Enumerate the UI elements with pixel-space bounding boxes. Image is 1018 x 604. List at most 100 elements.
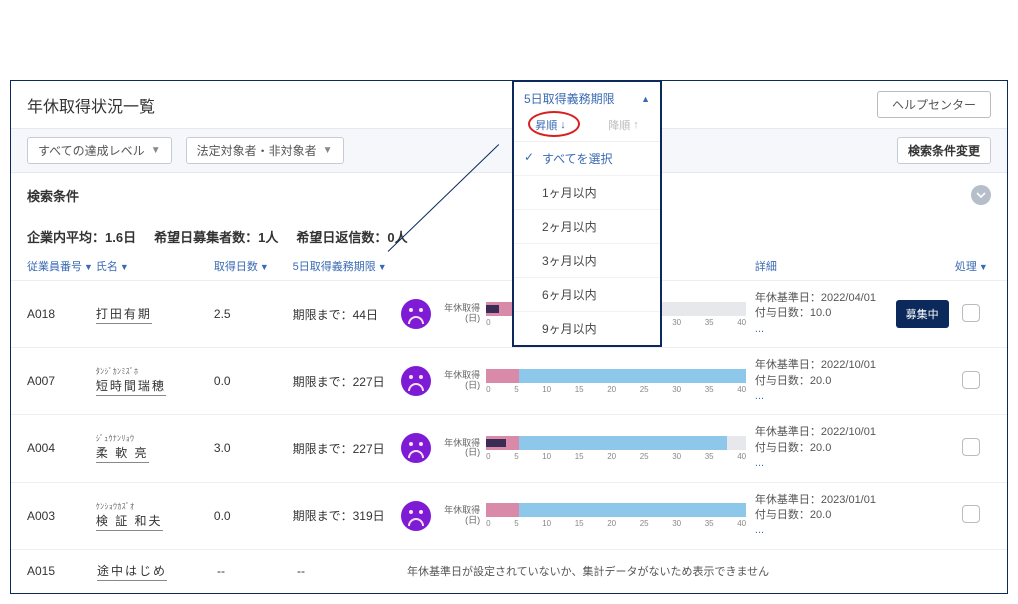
- row-checkbox[interactable]: [962, 304, 980, 322]
- leave-progress-chart: 年休取得(日) 0510152025303540: [440, 503, 755, 528]
- emp-no: A007: [27, 374, 96, 388]
- change-search-conditions-button[interactable]: 検索条件変更: [897, 137, 991, 164]
- col-days-taken[interactable]: 取得日数▼: [214, 258, 293, 274]
- filter-option[interactable]: 9ヶ月以内: [514, 312, 660, 345]
- detail-info: 年休基準日：2022/10/01 付与日数：20.0 ...: [755, 358, 893, 404]
- bar-track: [486, 369, 746, 383]
- filter-option[interactable]: 6ヶ月以内: [514, 278, 660, 312]
- recruit-count: 希望日募集者数：1人: [154, 227, 278, 246]
- filter-option[interactable]: すべてを選択: [514, 142, 660, 176]
- search-conditions-label: 検索条件: [27, 186, 79, 205]
- recruit-button[interactable]: 募集中: [896, 300, 949, 328]
- name-kanji: 短時間瑞穂: [96, 377, 166, 394]
- arrow-down-icon: ↓: [560, 119, 566, 131]
- page-title: 年休取得状況一覧: [27, 93, 155, 117]
- base-date: 年休基準日：2022/10/01: [755, 358, 893, 373]
- sad-face-icon: [401, 299, 431, 329]
- emp-no: A004: [27, 441, 96, 455]
- company-avg: 企業内平均：1.6日: [27, 227, 136, 246]
- table-row: A004 ｼﾞｭｳﾅﾝﾘｮｳ 柔 軟 亮 3.0 期限まで：227日 年休取得(…: [11, 415, 1007, 482]
- employee-name-link[interactable]: ｹﾝｼｮｳｶｽﾞｵ 検 証 和夫: [96, 501, 163, 531]
- sort-asc-option[interactable]: 昇順 ↓: [535, 117, 566, 133]
- reply-count: 希望日返信数：0人: [296, 227, 407, 246]
- col-name[interactable]: 氏名▼: [96, 258, 214, 274]
- title-bar: 年休取得状況一覧 ヘルプセンター: [11, 81, 1007, 128]
- help-center-button[interactable]: ヘルプセンター: [877, 91, 991, 118]
- row-checkbox[interactable]: [962, 438, 980, 456]
- search-conditions-section: 検索条件: [11, 173, 1007, 217]
- detail-more-link[interactable]: ...: [755, 524, 764, 536]
- caret-up-icon: ▲: [641, 94, 650, 104]
- table-row: A018 打田有期 2.5 期限まで：44日 年休取得(日): [11, 281, 1007, 348]
- dropdown-header[interactable]: 5日取得義務期限 ▲: [514, 82, 660, 113]
- deadline-remaining: 期限まで：227日: [293, 373, 401, 390]
- chart-axis-label: 年休取得(日): [440, 304, 480, 324]
- detail-more-link[interactable]: ...: [755, 323, 764, 335]
- emp-no: A018: [27, 307, 96, 321]
- bar-seg-obligation: [486, 503, 519, 517]
- collapse-toggle[interactable]: [971, 185, 991, 205]
- emp-no: A003: [27, 509, 96, 523]
- table-row: A007 ﾀﾝｼﾞｶﾝﾐｽﾞﾎ 短時間瑞穂 0.0 期限まで：227日 年休取得…: [11, 348, 1007, 415]
- days-taken: 0.0: [214, 374, 293, 388]
- filter-option-list: すべてを選択1ヶ月以内2ヶ月以内3ヶ月以内6ヶ月以内9ヶ月以内: [514, 141, 660, 345]
- employee-name-link[interactable]: 打田有期: [96, 305, 152, 324]
- caret-down-icon: ▼: [979, 262, 988, 272]
- detail-more-link[interactable]: ...: [755, 390, 764, 402]
- chart-axis-label: 年休取得(日): [440, 371, 480, 391]
- table-body: A018 打田有期 2.5 期限まで：44日 年休取得(日): [11, 281, 1007, 550]
- target-scope-dropdown[interactable]: 法定対象者・非対象者 ▼: [186, 137, 344, 164]
- filter-option[interactable]: 2ヶ月以内: [514, 210, 660, 244]
- filter-option[interactable]: 1ヶ月以内: [514, 176, 660, 210]
- emp-no: A015: [27, 564, 97, 578]
- deadline-remaining: 期限まで：44日: [293, 306, 401, 323]
- chart-axis-ticks: 0510152025303540: [486, 385, 746, 394]
- employee-name-link[interactable]: ｼﾞｭｳﾅﾝﾘｮｳ 柔 軟 亮: [96, 433, 149, 463]
- row-checkbox[interactable]: [962, 505, 980, 523]
- base-date: 年休基準日：2023/01/01: [755, 493, 893, 508]
- chart-axis-label: 年休取得(日): [440, 506, 480, 526]
- achievement-level-dropdown[interactable]: すべての達成レベル ▼: [27, 137, 172, 164]
- summary-stats: 企業内平均：1.6日 希望日募集者数：1人 希望日返信数：0人: [11, 217, 1007, 252]
- bar-seg-taken: [486, 439, 506, 447]
- employee-name-link[interactable]: 途中はじめ: [97, 562, 167, 581]
- col-detail: 詳細: [755, 258, 893, 274]
- deadline-remaining: 期限まで：319日: [293, 507, 401, 524]
- days-taken: 3.0: [214, 441, 293, 455]
- bar-seg-remaining: [519, 436, 727, 450]
- chart-axis-label: 年休取得(日): [440, 439, 480, 459]
- caret-down-icon: ▼: [323, 145, 333, 156]
- col-process[interactable]: 処理▼: [952, 258, 991, 274]
- sort-order-row: 昇順 ↓ 降順 ↑: [514, 113, 660, 141]
- detail-more-link[interactable]: ...: [755, 457, 764, 469]
- caret-down-icon: ▼: [120, 262, 129, 272]
- name-kanji: 打田有期: [96, 305, 152, 322]
- leave-progress-chart: 年休取得(日) 0510152025303540: [440, 369, 755, 394]
- grant-days: 付与日数：20.0: [755, 508, 893, 523]
- chart-axis-ticks: 0510152025303540: [486, 519, 746, 528]
- table-header-row: 従業員番号▼ 氏名▼ 取得日数▼ 5日取得義務期限▼ 詳細 処理▼: [11, 252, 1007, 281]
- name-ruby: ｹﾝｼｮｳｶｽﾞｵ: [96, 501, 163, 512]
- caret-down-icon: ▼: [378, 262, 387, 272]
- grant-days: 付与日数：20.0: [755, 441, 893, 456]
- bar-seg-obligation: [486, 369, 519, 383]
- name-ruby: ｼﾞｭｳﾅﾝﾘｮｳ: [96, 433, 149, 444]
- detail-info: 年休基準日：2022/04/01 付与日数：10.0 ...: [755, 291, 893, 337]
- caret-down-icon: ▼: [151, 145, 161, 156]
- leave-progress-chart: 年休取得(日) 0510152025303540: [440, 436, 755, 461]
- chevron-down-icon: [976, 190, 986, 200]
- filter-bar: すべての達成レベル ▼ 法定対象者・非対象者 ▼ 検索条件変更: [11, 128, 1007, 173]
- arrow-up-icon: ↑: [633, 119, 639, 131]
- grant-days: 付与日数：20.0: [755, 374, 893, 389]
- col-deadline[interactable]: 5日取得義務期限▼: [293, 258, 401, 274]
- row-checkbox[interactable]: [962, 371, 980, 389]
- employee-name-link[interactable]: ﾀﾝｼﾞｶﾝﾐｽﾞﾎ 短時間瑞穂: [96, 366, 166, 396]
- caret-down-icon: ▼: [260, 262, 269, 272]
- bar-seg-taken: [486, 305, 499, 313]
- col-emp-no[interactable]: 従業員番号▼: [27, 258, 96, 274]
- sort-desc-option[interactable]: 降順 ↑: [608, 117, 639, 133]
- grant-days: 付与日数：10.0: [755, 306, 893, 321]
- filter-option[interactable]: 3ヶ月以内: [514, 244, 660, 278]
- deadline-remaining: 期限まで：227日: [293, 440, 401, 457]
- bar-track: [486, 503, 746, 517]
